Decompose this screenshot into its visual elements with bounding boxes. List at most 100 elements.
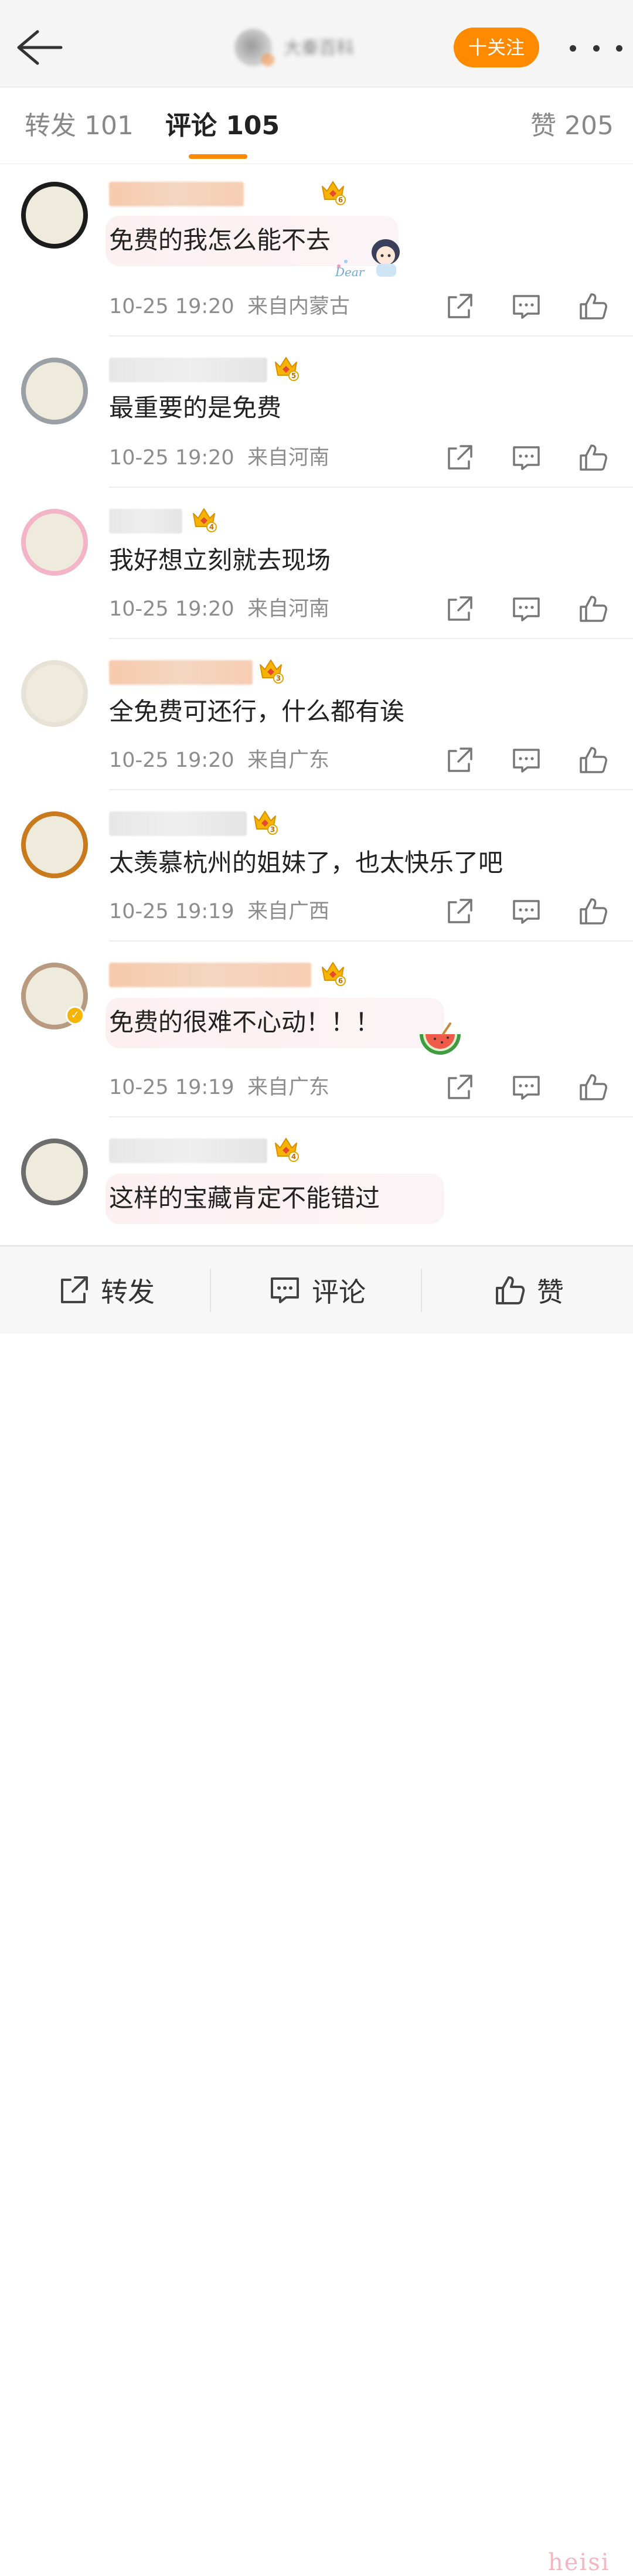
comment-location: 来自广西 <box>247 900 329 923</box>
tab-comments[interactable]: 评论 105 <box>165 108 280 144</box>
level-number: 6 <box>335 976 346 986</box>
watermelon-icon <box>417 1021 463 1060</box>
username-redacted[interactable] <box>109 358 267 382</box>
level-number: 5 <box>288 371 299 381</box>
comment-time: 10-25 19:20 <box>109 295 234 318</box>
comment-icon <box>271 1277 299 1303</box>
like-icon[interactable] <box>577 744 610 777</box>
bottom-share-button[interactable]: 转发 <box>57 1270 155 1311</box>
tab-bar: 转发 101 评论 105 赞 205 <box>0 87 633 164</box>
comment-meta: 10-25 19:20 来自河南 <box>109 443 329 473</box>
avatar[interactable] <box>21 1139 88 1205</box>
like-icon[interactable] <box>577 1071 610 1104</box>
bottom-action-bar: 转发 评论 赞 heisi <box>0 1245 633 2576</box>
divider <box>210 1269 211 1312</box>
avatar[interactable] <box>21 811 88 878</box>
divider <box>109 1116 633 1117</box>
arrow-left-icon <box>17 30 63 65</box>
header-username: 大秦百科 <box>284 38 354 59</box>
crown-level-icon: 5 <box>273 354 299 381</box>
crown-level-icon: 6 <box>320 178 346 205</box>
username-redacted[interactable] <box>109 811 247 836</box>
username-redacted[interactable] <box>109 182 244 206</box>
reply-icon[interactable] <box>510 290 543 323</box>
repost-icon[interactable] <box>443 744 476 777</box>
crown-level-icon: 6 <box>320 959 346 986</box>
crown-level-icon: 4 <box>191 505 217 532</box>
tab-likes[interactable]: 赞 205 <box>530 108 614 144</box>
like-icon[interactable] <box>577 290 610 323</box>
divider <box>109 487 633 488</box>
avatar[interactable] <box>21 182 88 249</box>
level-number: 3 <box>273 673 284 684</box>
reply-icon[interactable] <box>510 441 543 474</box>
avatar[interactable] <box>21 509 88 576</box>
comment-text: 免费的很难不心动！！！ <box>109 1008 380 1036</box>
comment-time: 10-25 19:19 <box>109 900 234 923</box>
comment-location: 来自河南 <box>247 597 329 621</box>
header-avatar <box>234 29 274 66</box>
repost-icon[interactable] <box>443 1071 476 1104</box>
username-redacted[interactable] <box>109 963 311 987</box>
comment-meta: 10-25 19:20 来自内蒙古 <box>109 292 350 321</box>
divider <box>421 1269 422 1312</box>
repost-icon[interactable] <box>443 895 476 928</box>
comment-meta: 10-25 19:19 来自广东 <box>109 1073 329 1102</box>
reply-icon[interactable] <box>510 895 543 928</box>
watermark: heisi <box>548 2549 610 2576</box>
level-number: 4 <box>288 1151 299 1162</box>
verified-badge-icon: ✓ <box>66 1006 84 1025</box>
repost-icon[interactable] <box>443 441 476 474</box>
bottom-like-button[interactable]: 赞 <box>494 1270 564 1311</box>
crown-level-icon: 3 <box>252 808 278 835</box>
reply-icon[interactable] <box>510 1071 543 1104</box>
chibi-sticker: Dear <box>333 236 409 281</box>
sticker-caption: Dear <box>335 265 365 279</box>
comment-location: 来自内蒙古 <box>247 295 350 318</box>
repost-icon[interactable] <box>443 290 476 323</box>
comment-text: 太羡慕杭州的姐妹了，也太快乐了吧 <box>109 848 503 877</box>
like-icon[interactable] <box>577 895 610 928</box>
comment-location: 来自广东 <box>247 749 329 772</box>
like-icon <box>496 1276 525 1304</box>
comment-text: 最重要的是免费 <box>109 393 282 422</box>
avatar[interactable] <box>21 358 88 424</box>
comment-time: 10-25 19:20 <box>109 446 234 470</box>
like-icon[interactable] <box>577 441 610 474</box>
tab-reposts[interactable]: 转发 101 <box>25 108 134 144</box>
comment-location: 来自广东 <box>247 1076 329 1099</box>
crown-level-icon: 4 <box>273 1135 299 1162</box>
like-icon[interactable] <box>577 593 610 626</box>
bottom-comment-button[interactable]: 评论 <box>268 1270 366 1311</box>
level-number: 3 <box>267 824 278 835</box>
comment-time: 10-25 19:20 <box>109 597 234 621</box>
comment-text: 全免费可还行，什么都有诶 <box>109 697 405 726</box>
divider <box>109 789 633 790</box>
active-tab-indicator <box>189 154 247 159</box>
follow-button[interactable]: 十关注 <box>454 28 539 67</box>
username-redacted[interactable] <box>109 509 182 533</box>
profile-title[interactable]: 大秦百科 <box>234 26 399 70</box>
divider <box>109 940 633 942</box>
avatar[interactable] <box>21 660 88 727</box>
reply-icon[interactable] <box>510 593 543 626</box>
bottom-share-label: 转发 <box>101 1276 155 1308</box>
username-redacted[interactable] <box>109 1139 267 1163</box>
repost-icon[interactable] <box>443 593 476 626</box>
back-button[interactable] <box>14 27 63 68</box>
username-redacted[interactable] <box>109 660 253 685</box>
divider <box>109 638 633 639</box>
comment-meta: 10-25 19:20 来自广东 <box>109 746 329 775</box>
share-icon <box>61 1276 88 1303</box>
level-number: 4 <box>206 522 217 532</box>
comment-time: 10-25 19:19 <box>109 1076 234 1099</box>
comment-meta: 10-25 19:20 来自河南 <box>109 594 329 624</box>
comment-text: 免费的我怎么能不去 <box>109 226 331 254</box>
bottom-comment-label: 评论 <box>312 1276 366 1308</box>
divider <box>109 335 633 337</box>
reply-icon[interactable] <box>510 744 543 777</box>
level-number: 6 <box>335 195 346 205</box>
comment-meta: 10-25 19:19 来自广西 <box>109 897 329 926</box>
comment-time: 10-25 19:20 <box>109 749 234 772</box>
more-dots-icon[interactable] <box>570 35 622 61</box>
